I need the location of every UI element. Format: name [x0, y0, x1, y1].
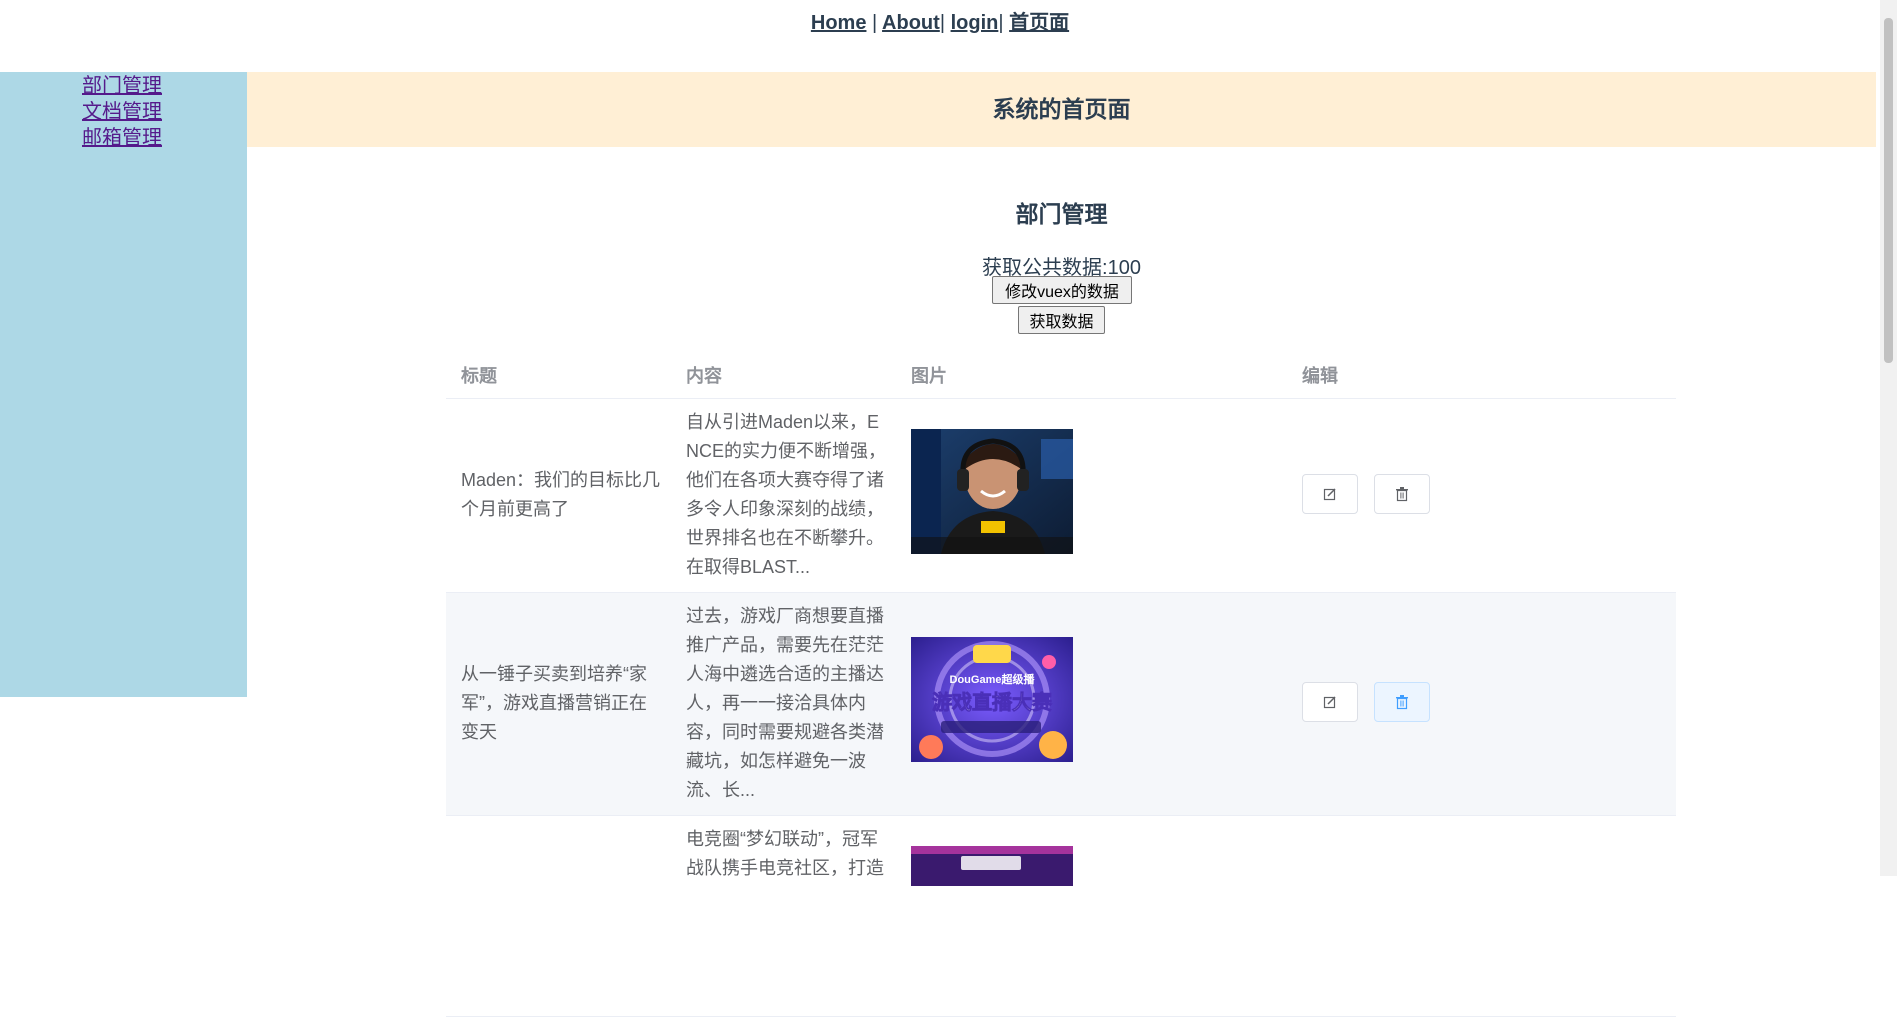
table-row: 从一锤子买卖到培养“家军”，游戏直播营销正在变天 过去，游戏厂商想要直播推广产品…	[446, 593, 1676, 816]
row-title: Maden：我们的目标比几个月前更高了	[461, 470, 661, 519]
edit-icon	[1323, 488, 1336, 501]
column-header-edit: 编辑	[1302, 366, 1338, 386]
nav-separator: |	[872, 12, 878, 34]
sidebar-item-department[interactable]: 部门管理	[82, 74, 162, 98]
nav-index-link[interactable]: 首页面	[1009, 12, 1069, 34]
table-header: 标题 内容 图片 编辑	[446, 350, 1676, 399]
sidebar-item-mailbox[interactable]: 邮箱管理	[82, 126, 162, 150]
column-header-content: 内容	[686, 366, 722, 386]
row-content: 过去，游戏厂商想要直播推广产品，需要先在茫茫人海中遴选合适的主播达人，再一一接洽…	[686, 606, 884, 800]
section-title: 部门管理	[1015, 201, 1108, 227]
edit-button[interactable]	[1302, 474, 1358, 514]
page-scrollbar[interactable]	[1880, 0, 1897, 876]
nav-home-link[interactable]: Home	[811, 12, 867, 34]
row-title: 从一锤子买卖到培养“家军”，游戏直播营销正在变天	[461, 664, 647, 742]
column-header-image: 图片	[911, 366, 947, 386]
edit-button[interactable]	[1302, 682, 1358, 722]
delete-button[interactable]	[1374, 474, 1430, 514]
row-image	[911, 846, 1073, 886]
modify-vuex-button[interactable]: 修改vuex的数据	[992, 276, 1132, 304]
row-image	[911, 429, 1073, 554]
row-content: 电竞圈“梦幻联动”，冠军战队携手电竞社区，打造	[686, 829, 884, 878]
nav-login-link[interactable]: login	[951, 12, 999, 34]
table-row: 电竞圈“梦幻联动”，冠军战队携手电竞社区，打造	[446, 816, 1676, 1017]
sidebar: 部门管理 文档管理 邮箱管理	[0, 72, 247, 697]
nav-separator: |	[998, 12, 1004, 34]
row-content: 自从引进Maden以来，ENCE的实力便不断增强，他们在各项大赛夺得了诸多令人印…	[686, 412, 887, 577]
delete-icon	[1396, 695, 1408, 710]
sidebar-item-documents[interactable]: 文档管理	[82, 100, 162, 124]
nav-about-link[interactable]: About	[882, 12, 940, 34]
esports-event-poster	[911, 846, 1073, 886]
delete-button[interactable]	[1374, 682, 1430, 722]
column-header-title: 标题	[461, 366, 497, 386]
fetch-data-button[interactable]: 获取数据	[1018, 306, 1105, 334]
row-image: DouGame超级播 游戏直播大赛	[911, 637, 1073, 762]
game-livestream-poster: DouGame超级播 游戏直播大赛	[911, 637, 1073, 762]
delete-icon	[1396, 487, 1408, 502]
page-header: 系统的首页面	[247, 72, 1876, 147]
edit-icon	[1323, 696, 1336, 709]
scrollbar-thumb[interactable]	[1884, 18, 1893, 363]
esports-player-photo	[911, 429, 1073, 554]
poster-title-text: 游戏直播大赛	[932, 690, 1053, 714]
top-nav: Home | About| login| 首页面	[0, 0, 1880, 46]
table-row: Maden：我们的目标比几个月前更高了 自从引进Maden以来，ENCE的实力便…	[446, 399, 1676, 593]
nav-separator: |	[939, 12, 946, 34]
poster-brand-text: DouGame超级播	[950, 672, 1036, 686]
